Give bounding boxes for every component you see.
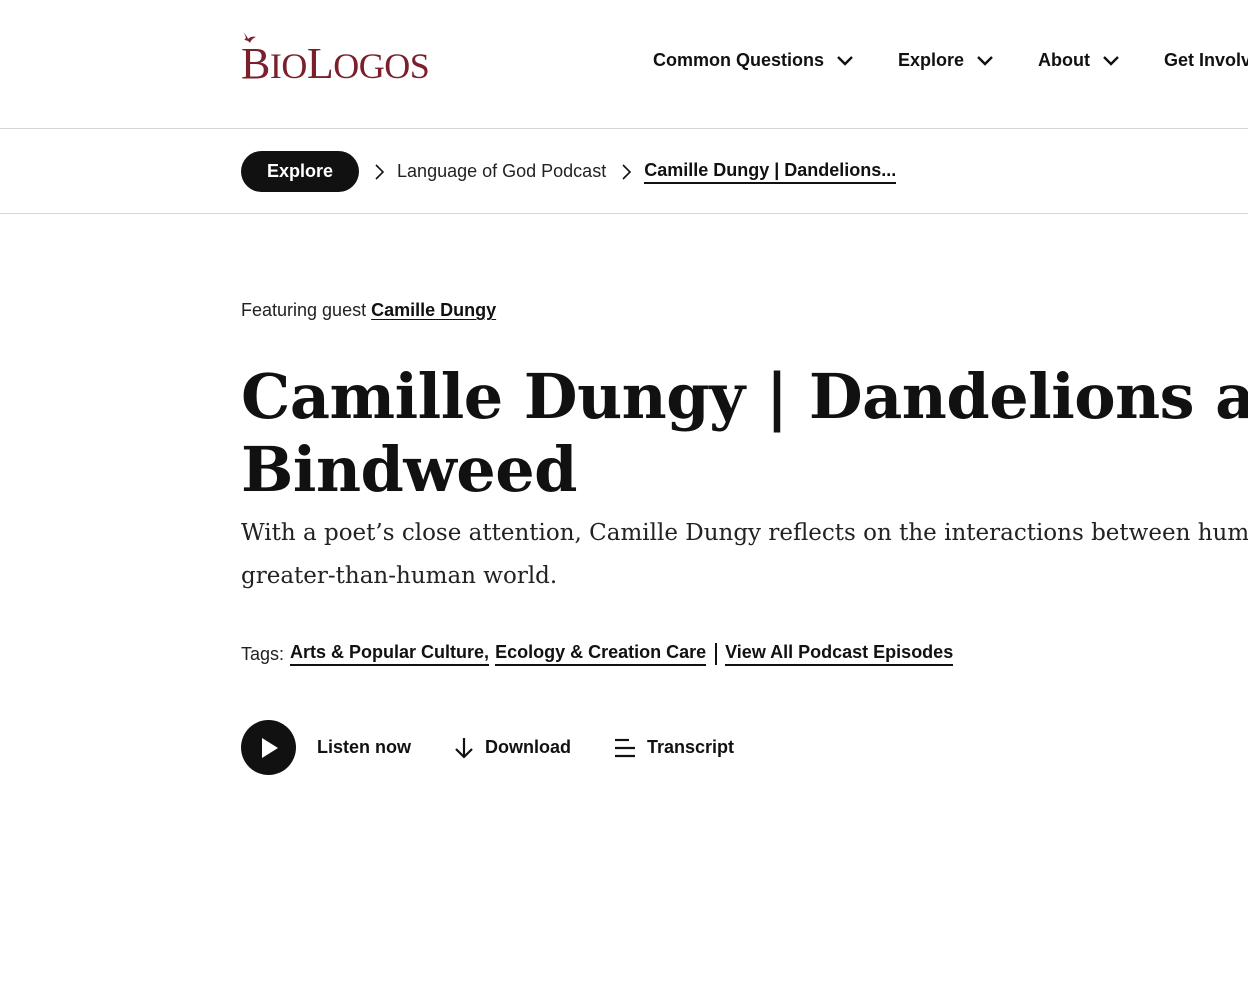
view-all-episodes-link[interactable]: View All Podcast Episodes [725, 642, 954, 666]
description-line-1: With a poet’s close attention, Camille D… [241, 520, 1248, 546]
description-line-2: greater-than-human world. [241, 563, 558, 589]
chevron-down-icon [977, 55, 993, 66]
breadcrumb-explore-pill[interactable]: Explore [241, 151, 360, 192]
dove-logo-icon [243, 32, 256, 43]
download-button[interactable]: Download [453, 736, 571, 760]
transcript-lines-icon [615, 738, 635, 757]
nav-get-involved[interactable]: Get Involved [1164, 50, 1248, 71]
biologos-logo[interactable]: BIOLOGOS [241, 30, 430, 88]
nav-label: Get Involved [1164, 50, 1248, 70]
play-icon [261, 737, 278, 758]
tags-label: Tags: [241, 643, 285, 664]
guest-link[interactable]: Camille Dungy [371, 300, 496, 320]
breadcrumb: Explore Language of God Podcast Camille … [241, 151, 897, 192]
listen-now-button[interactable]: Listen now [241, 720, 411, 775]
nav-explore[interactable]: Explore [898, 50, 994, 71]
site-header: BIOLOGOS Common Questions Explore About … [0, 0, 1248, 129]
breadcrumb-current-page[interactable]: Camille Dungy | Dandelions... [644, 160, 897, 184]
episode-main: Featuring guest Camille Dungy Camille Du… [241, 214, 1248, 998]
transcript-button[interactable]: Transcript [613, 737, 734, 759]
title-line-2: Bindweed [241, 433, 578, 506]
main-nav: Common Questions Explore About Get Invol… [653, 50, 1248, 71]
tag-link[interactable]: Arts & Popular Culture, [290, 642, 490, 666]
play-button[interactable] [241, 720, 296, 775]
title-line-1: Camille Dungy | Dandelions and [241, 360, 1248, 433]
download-arrow-icon [455, 737, 473, 759]
logo-wordmark: BIOLOGOS [241, 39, 430, 88]
tags-row: Tags: Arts & Popular Culture, Ecology & … [241, 642, 954, 666]
nav-about[interactable]: About [1038, 50, 1120, 71]
nav-label: Common Questions [653, 50, 825, 70]
tags-divider [715, 643, 718, 665]
page-title: Camille Dungy | Dandelions and Bindweed [241, 360, 1248, 506]
episode-actions: Listen now Download Transcript [241, 720, 734, 775]
chevron-right-icon [375, 163, 385, 180]
download-label[interactable]: Download [485, 737, 571, 758]
breadcrumb-bar: Explore Language of God Podcast Camille … [0, 129, 1248, 214]
tag-link[interactable]: Ecology & Creation Care [495, 642, 707, 666]
chevron-down-icon [1103, 55, 1119, 66]
chevron-right-icon [622, 163, 632, 180]
transcript-label[interactable]: Transcript [647, 737, 734, 758]
listen-now-label[interactable]: Listen now [317, 737, 411, 758]
featuring-guest-line: Featuring guest Camille Dungy [241, 300, 496, 321]
episode-description: With a poet’s close attention, Camille D… [241, 512, 1248, 598]
nav-common-questions[interactable]: Common Questions [653, 50, 854, 71]
nav-label: Explore [898, 50, 965, 70]
breadcrumb-podcast-link[interactable]: Language of God Podcast [397, 161, 606, 182]
nav-label: About [1038, 50, 1091, 70]
featuring-prefix: Featuring guest [241, 300, 367, 320]
chevron-down-icon [837, 55, 853, 66]
